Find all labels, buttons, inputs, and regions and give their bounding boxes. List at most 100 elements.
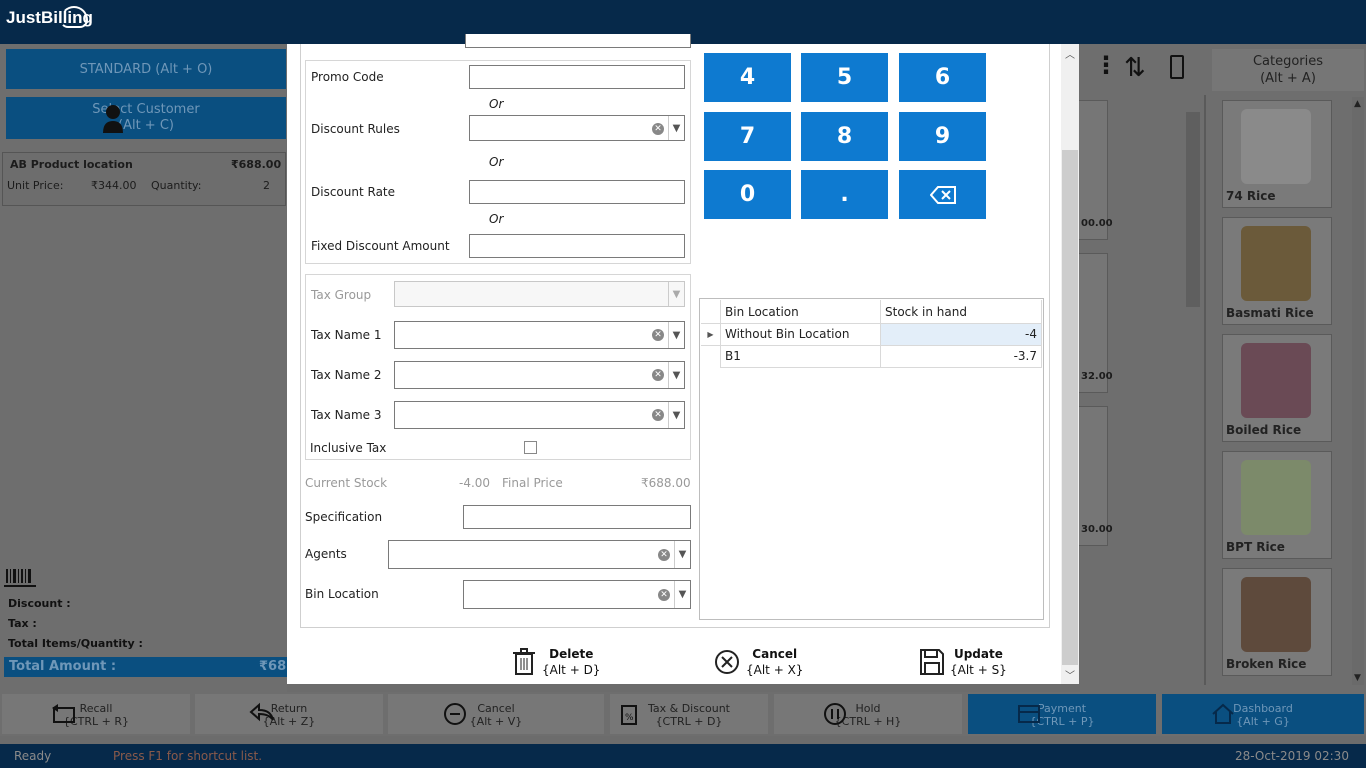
- promo-code-input[interactable]: [469, 65, 685, 89]
- tax-name1-combo[interactable]: ✕ ▼: [394, 321, 685, 349]
- cancel-bill-label: Cancel: [477, 702, 515, 715]
- key-decimal[interactable]: .: [801, 170, 888, 219]
- delete-shortcut: {Alt + D}: [542, 663, 601, 677]
- product-scrollbar[interactable]: [1186, 112, 1200, 307]
- inclusive-tax-checkbox[interactable]: [524, 441, 537, 454]
- specification-input[interactable]: [463, 505, 691, 529]
- grid-header-bin: Bin Location: [721, 300, 881, 324]
- dialog-scroll-thumb[interactable]: [1062, 150, 1078, 665]
- cancel-button[interactable]: Cancel {Alt + X}: [714, 644, 803, 680]
- status-ready: Ready: [14, 749, 52, 763]
- chevron-down-icon[interactable]: ▼: [668, 402, 684, 428]
- payment-button[interactable]: Payment {CTRL + P}: [968, 694, 1156, 734]
- backspace-key[interactable]: [899, 170, 986, 219]
- scroll-up-icon[interactable]: ︿: [1065, 46, 1075, 61]
- chevron-down-icon[interactable]: ▼: [668, 322, 684, 348]
- key-8[interactable]: 8: [801, 112, 888, 161]
- clear-icon[interactable]: ✕: [652, 123, 664, 135]
- logo-cloud-icon: [60, 6, 88, 28]
- promo-code-label: Promo Code: [311, 70, 384, 84]
- return-icon: [249, 702, 274, 722]
- trash-icon: [513, 648, 535, 675]
- cancel-bill-button[interactable]: Cancel {Alt + V}: [388, 694, 604, 734]
- customer-icon: [103, 105, 123, 133]
- categories-button[interactable]: Categories (Alt + A): [1212, 49, 1364, 91]
- return-button[interactable]: Return {Alt + Z}: [195, 694, 383, 734]
- divider: [1204, 95, 1206, 685]
- clear-icon[interactable]: ✕: [658, 549, 670, 561]
- current-stock-label: Current Stock: [305, 476, 388, 490]
- product-tile[interactable]: 32.00: [1078, 253, 1113, 393]
- grid-cell-stock[interactable]: -4: [881, 324, 1042, 346]
- tax-name3-combo[interactable]: ✕ ▼: [394, 401, 685, 429]
- clear-icon[interactable]: ✕: [652, 329, 664, 341]
- sort-icon[interactable]: ⇅: [1124, 53, 1146, 83]
- tax-group-label: Tax Group: [311, 288, 372, 302]
- more-icon[interactable]: ⋮: [1094, 51, 1118, 79]
- key-5[interactable]: 5: [801, 53, 888, 102]
- clear-icon[interactable]: ✕: [652, 409, 664, 421]
- category-item[interactable]: 74 Rice: [1222, 100, 1332, 208]
- dashboard-button[interactable]: Dashboard {Alt + G}: [1162, 694, 1364, 734]
- info-icon[interactable]: [1170, 55, 1184, 79]
- category-item[interactable]: Boiled Rice: [1222, 334, 1332, 442]
- hold-shortcut: {CTRL + H}: [834, 715, 902, 728]
- delete-label: Delete: [549, 647, 594, 661]
- key-9[interactable]: 9: [899, 112, 986, 161]
- price-mode-button[interactable]: STANDARD (Alt + O): [6, 49, 286, 89]
- payment-label: Payment: [1037, 702, 1087, 715]
- payment-shortcut: {CTRL + P}: [1029, 715, 1095, 728]
- chevron-down-icon[interactable]: ▼: [668, 362, 684, 388]
- key-6[interactable]: 6: [899, 53, 986, 102]
- return-label: Return: [270, 702, 308, 715]
- category-item[interactable]: Basmati Rice: [1222, 217, 1332, 325]
- tax-name2-combo[interactable]: ✕ ▼: [394, 361, 685, 389]
- barcode-icon[interactable]: [4, 565, 36, 589]
- key-7[interactable]: 7: [704, 112, 791, 161]
- discount-rules-combo[interactable]: ✕ ▼: [469, 115, 685, 141]
- category-item[interactable]: Broken Rice: [1222, 568, 1332, 676]
- category-item[interactable]: BPT Rice: [1222, 451, 1332, 559]
- hold-button[interactable]: Hold {CTRL + H}: [774, 694, 962, 734]
- grid-cell-stock[interactable]: -3.7: [881, 346, 1042, 368]
- delete-button[interactable]: Delete {Alt + D}: [512, 644, 600, 680]
- recall-button[interactable]: Recall {CTRL + R}: [2, 694, 190, 734]
- product-tile[interactable]: 00.00: [1078, 100, 1113, 240]
- bin-location-label: Bin Location: [305, 587, 379, 601]
- toolbar: ⋮ ⇅: [1090, 49, 1210, 91]
- chevron-down-icon[interactable]: ▼: [668, 116, 684, 140]
- partial-field[interactable]: [465, 34, 691, 48]
- agents-combo[interactable]: ✕ ▼: [388, 540, 691, 569]
- minus-circle-icon: [444, 703, 466, 725]
- hold-label: Hold: [855, 702, 881, 715]
- scroll-down-icon[interactable]: ﹀: [1065, 667, 1075, 682]
- fixed-discount-input[interactable]: [469, 234, 685, 258]
- tax-label: Tax :: [8, 617, 37, 630]
- scroll-down-icon[interactable]: ▼: [1354, 673, 1361, 683]
- clear-icon[interactable]: ✕: [658, 589, 670, 601]
- key-4[interactable]: 4: [704, 53, 791, 102]
- clear-icon[interactable]: ✕: [652, 369, 664, 381]
- tax-discount-button[interactable]: % Tax & Discount {CTRL + D}: [610, 694, 768, 734]
- update-button[interactable]: Update {Alt + S}: [920, 644, 1007, 680]
- cart-item[interactable]: AB Product location ₹688.00 Unit Price: …: [2, 152, 286, 206]
- grid-cell-bin[interactable]: B1: [721, 346, 881, 368]
- rice-bag-image: [1241, 226, 1311, 301]
- bin-stock-grid: Bin Location Stock in hand ▶ Without Bin…: [699, 298, 1044, 620]
- scroll-up-icon[interactable]: ▲: [1354, 99, 1361, 109]
- product-tile[interactable]: 30.00: [1078, 406, 1113, 546]
- chevron-down-icon[interactable]: ▼: [674, 581, 690, 608]
- chevron-down-icon[interactable]: ▼: [674, 541, 690, 568]
- rice-bag-image: [1241, 109, 1311, 184]
- grid-cell-bin[interactable]: Without Bin Location: [721, 324, 881, 346]
- bin-location-combo[interactable]: ✕ ▼: [463, 580, 691, 609]
- cart-item-name: AB Product location: [10, 158, 133, 171]
- tax-group-combo[interactable]: ▼: [394, 281, 685, 307]
- select-customer-button[interactable]: Select Customer (Alt + C): [6, 97, 286, 139]
- key-0[interactable]: 0: [704, 170, 791, 219]
- category-scrollbar[interactable]: ▲ ▼: [1352, 97, 1364, 685]
- discount-label: Discount :: [8, 597, 71, 610]
- chevron-down-icon[interactable]: ▼: [668, 282, 684, 306]
- discount-rate-input[interactable]: [469, 180, 685, 204]
- select-customer-shortcut: (Alt + C): [118, 118, 174, 133]
